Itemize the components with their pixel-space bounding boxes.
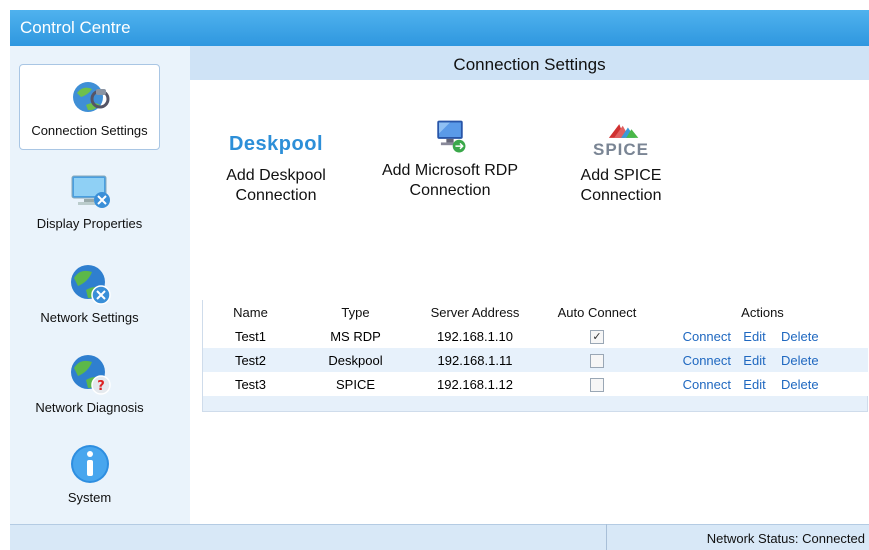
auto-connect-checkbox[interactable]: ✓ (590, 329, 604, 344)
cell-edit: Edit (732, 324, 777, 348)
connection-settings-icon (72, 82, 109, 112)
table-row: Test3 SPICE 192.168.1.12 Connect Edit De… (203, 372, 868, 396)
delete-link[interactable]: Delete (781, 353, 819, 368)
delete-link[interactable]: Delete (781, 377, 819, 392)
delete-link[interactable]: Delete (781, 329, 819, 344)
connect-link[interactable]: Connect (683, 353, 731, 368)
spice-logo-icon (608, 124, 639, 138)
cell-type: Deskpool (298, 348, 413, 372)
network-diagnosis-icon: ? (70, 355, 111, 395)
cell-name: Test3 (203, 372, 298, 396)
sidebar-item-label: Connection Settings (31, 123, 148, 138)
table-row: Test2 Deskpool 192.168.1.11 Connect Edit… (203, 348, 868, 372)
cell-delete: Delete (777, 372, 868, 396)
edit-link[interactable]: Edit (743, 329, 765, 344)
cell-server: 192.168.1.12 (413, 372, 537, 396)
spice-logo-text: SPICE (592, 140, 650, 159)
cell-auto-connect (537, 348, 657, 372)
add-deskpool-label-line1: Add Deskpool (226, 167, 326, 184)
edit-link[interactable]: Edit (743, 377, 765, 392)
cell-type: SPICE (298, 372, 413, 396)
cell-connect: Connect (657, 348, 732, 372)
cell-delete: Delete (777, 348, 868, 372)
column-header-server-address: Server Address (413, 300, 537, 324)
sidebar-item-label: System (67, 490, 112, 505)
connect-link[interactable]: Connect (683, 329, 731, 344)
add-spice-label-line1: Add SPICE (580, 167, 662, 184)
cell-delete: Delete (777, 324, 868, 348)
sidebar-item-network-diagnosis[interactable]: ? Network Diagnosis (19, 342, 160, 428)
add-spice-label-line2: Connection (580, 187, 662, 204)
add-rdp-button[interactable]: Add Microsoft RDP Connection (372, 117, 528, 201)
sidebar-item-display-properties[interactable]: Display Properties (19, 158, 160, 244)
cell-auto-connect: ✓ (537, 324, 657, 348)
column-header-name: Name (203, 300, 298, 324)
table-row: Test1 MS RDP 192.168.1.10 ✓ Connect Edit… (203, 324, 868, 348)
display-properties-icon (71, 175, 110, 208)
sidebar-item-network-settings[interactable]: Network Settings (19, 252, 160, 338)
sidebar-item-label: Network Diagnosis (35, 400, 144, 415)
column-header-actions: Actions (657, 300, 868, 324)
edit-link[interactable]: Edit (743, 353, 765, 368)
auto-connect-checkbox[interactable] (590, 377, 604, 392)
cell-server: 192.168.1.10 (413, 324, 537, 348)
sidebar-item-system[interactable]: System (19, 432, 160, 518)
connections-table: Name Type Server Address Auto Connect Ac… (203, 300, 868, 396)
cell-name: Test1 (203, 324, 298, 348)
rdp-icon (437, 120, 466, 153)
add-rdp-label-line2: Connection (409, 182, 491, 199)
cell-server: 192.168.1.11 (413, 348, 537, 372)
deskpool-logo: Deskpool (228, 133, 324, 155)
info-icon (70, 445, 109, 483)
auto-connect-checkbox[interactable] (590, 353, 604, 368)
cell-auto-connect (537, 372, 657, 396)
svg-text:?: ? (97, 379, 105, 394)
network-status: Network Status: Connected (706, 531, 865, 546)
table-header-row: Name Type Server Address Auto Connect Ac… (203, 300, 868, 324)
cell-type: MS RDP (298, 324, 413, 348)
cell-edit: Edit (732, 372, 777, 396)
cell-name: Test2 (203, 348, 298, 372)
sidebar-item-connection-settings[interactable]: Connection Settings (19, 64, 160, 150)
sidebar-item-label: Network Settings (40, 310, 139, 325)
add-deskpool-button[interactable]: Deskpool Add Deskpool Connection (212, 122, 340, 206)
cell-connect: Connect (657, 324, 732, 348)
sidebar-item-label: Display Properties (36, 216, 143, 231)
window-title: Control Centre (10, 10, 869, 46)
page-title: Connection Settings (190, 46, 869, 80)
add-deskpool-label-line2: Connection (235, 187, 317, 204)
connect-link[interactable]: Connect (683, 377, 731, 392)
column-header-type: Type (298, 300, 413, 324)
network-settings-icon (70, 265, 111, 305)
cell-edit: Edit (732, 348, 777, 372)
column-header-auto-connect: Auto Connect (537, 300, 657, 324)
add-spice-button[interactable]: SPICE Add SPICE Connection (568, 120, 674, 206)
add-rdp-label-line1: Add Microsoft RDP (381, 162, 519, 179)
status-bar-divider (606, 524, 607, 550)
cell-connect: Connect (657, 372, 732, 396)
